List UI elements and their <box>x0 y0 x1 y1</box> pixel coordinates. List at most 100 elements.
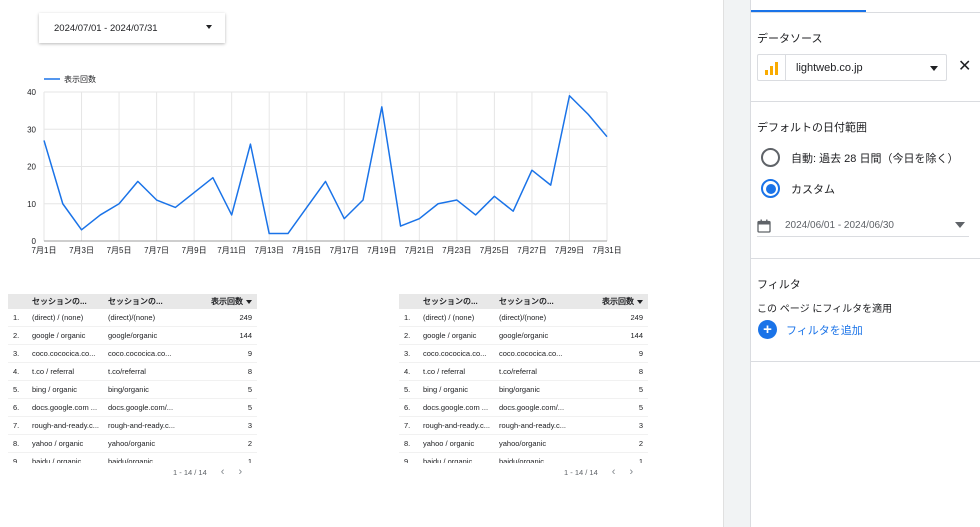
impressions-cell: 1 <box>247 457 252 463</box>
table-row[interactable]: 2. google / organic google/organic 144 <box>8 327 257 345</box>
row-index: 2. <box>404 331 411 340</box>
table-pager: 1 - 14 / 14 ‹ › <box>173 466 242 478</box>
table-row[interactable]: 2. google / organic google/organic 144 <box>399 327 648 345</box>
source-cell-2: docs.google.com/... <box>499 403 565 412</box>
table-row[interactable]: 8. yahoo / organic yahoo/organic 2 <box>399 435 648 453</box>
source-cell: rough-and-ready.c... <box>423 421 490 430</box>
sort-desc-icon <box>637 299 643 304</box>
source-cell-2: bing/organic <box>499 385 540 394</box>
table-row[interactable]: 9. baidu / organic baidu/organic 1 <box>399 453 648 463</box>
column-header-source-2[interactable]: セッションの... <box>108 296 184 307</box>
default-range-title: デフォルトの日付範囲 <box>757 122 867 134</box>
row-index: 4. <box>404 367 411 376</box>
chevron-down-icon <box>955 222 965 228</box>
table-row[interactable]: 4. t.co / referral t.co/referral 8 <box>399 363 648 381</box>
table-row[interactable]: 5. bing / organic bing/organic 5 <box>399 381 648 399</box>
y-tick-label: 30 <box>27 125 36 134</box>
radio-custom[interactable]: カスタム <box>761 179 835 198</box>
table-row[interactable]: 1. (direct) / (none) (direct)/(none) 249 <box>399 309 648 327</box>
sort-desc-icon <box>246 299 252 304</box>
table-row[interactable]: 8. yahoo / organic yahoo/organic 2 <box>8 435 257 453</box>
add-icon: + <box>758 320 777 339</box>
source-cell-2: t.co/referral <box>108 367 146 376</box>
impressions-cell: 5 <box>247 403 252 412</box>
impressions-cell: 5 <box>247 385 252 394</box>
radio-custom-label: カスタム <box>791 183 835 196</box>
row-index: 9. <box>13 457 20 463</box>
y-tick-label: 0 <box>32 237 37 246</box>
data-source-select[interactable]: lightweb.co.jp <box>757 54 947 81</box>
x-tick-label: 7月3日 <box>69 246 94 255</box>
prev-page-icon[interactable]: ‹ <box>612 466 616 478</box>
table-row[interactable]: 4. t.co / referral t.co/referral 8 <box>8 363 257 381</box>
table-body: 1. (direct) / (none) (direct)/(none) 249 2. g… <box>8 309 257 463</box>
impressions-cell: 2 <box>638 439 643 448</box>
impressions-cell: 3 <box>247 421 252 430</box>
column-header-source[interactable]: セッションの... <box>32 296 108 307</box>
impressions-cell: 249 <box>630 313 643 322</box>
source-cell: (direct) / (none) <box>423 313 475 322</box>
row-index: 3. <box>13 349 20 358</box>
chevron-down-icon <box>930 66 938 71</box>
column-header-impressions[interactable]: 表示回数 <box>575 296 648 307</box>
custom-range-select[interactable]: 2024/06/01 - 2024/06/30 <box>757 215 969 237</box>
table-body: 1. (direct) / (none) (direct)/(none) 249 2. g… <box>399 309 648 463</box>
x-tick-label: 7月31日 <box>592 246 621 255</box>
table-row[interactable]: 9. baidu / organic baidu/organic 1 <box>8 453 257 463</box>
y-tick-label: 10 <box>27 200 36 209</box>
source-cell-2: yahoo/organic <box>499 439 547 448</box>
table-left: セッションの... セッションの... 表示回数 1. (direct) / (n… <box>8 294 257 478</box>
x-tick-label: 7月11日 <box>217 246 246 255</box>
x-tick-label: 7月13日 <box>255 246 284 255</box>
looker-studio-icon <box>758 55 786 80</box>
row-index: 2. <box>13 331 20 340</box>
row-index: 5. <box>13 385 20 394</box>
source-cell: coco.cococica.co... <box>32 349 96 358</box>
table-row[interactable]: 6. docs.google.com ... docs.google.com/...… <box>8 399 257 417</box>
table-row[interactable]: 7. rough-and-ready.c... rough-and-ready.c.… <box>399 417 648 435</box>
impressions-cell: 144 <box>630 331 643 340</box>
row-index: 3. <box>404 349 411 358</box>
table-header: セッションの... セッションの... 表示回数 <box>399 294 648 309</box>
row-index: 6. <box>13 403 20 412</box>
source-cell: (direct) / (none) <box>32 313 84 322</box>
column-header-source-2[interactable]: セッションの... <box>499 296 575 307</box>
next-page-icon[interactable]: › <box>238 466 242 478</box>
source-cell-2: coco.cococica.co... <box>108 349 172 358</box>
table-header: セッションの... セッションの... 表示回数 <box>8 294 257 309</box>
source-cell-2: rough-and-ready.c... <box>499 421 566 430</box>
x-tick-label: 7月7日 <box>144 246 169 255</box>
column-header-source[interactable]: セッションの... <box>423 296 499 307</box>
row-index: 5. <box>404 385 411 394</box>
next-page-icon[interactable]: › <box>629 466 633 478</box>
prev-page-icon[interactable]: ‹ <box>221 466 225 478</box>
radio-auto[interactable]: 自動: 過去 28 日間（今日を除く） <box>761 148 958 167</box>
source-cell: google / organic <box>423 331 477 340</box>
x-tick-label: 7月21日 <box>405 246 434 255</box>
table-row[interactable]: 7. rough-and-ready.c... rough-and-ready.c.… <box>8 417 257 435</box>
close-icon[interactable]: ✕ <box>958 59 971 75</box>
row-index: 7. <box>404 421 411 430</box>
panel-gutter <box>723 0 750 527</box>
radio-checked-icon <box>761 179 780 198</box>
legend-label: 表示回数 <box>64 74 96 84</box>
row-index: 6. <box>404 403 411 412</box>
table-row[interactable]: 1. (direct) / (none) (direct)/(none) 249 <box>8 309 257 327</box>
table-row[interactable]: 3. coco.cococica.co... coco.cococica.co...… <box>399 345 648 363</box>
source-cell: baidu / organic <box>32 457 82 463</box>
data-source-title: データソース <box>757 33 823 45</box>
date-range-control[interactable]: 2024/07/01 - 2024/07/31 <box>39 13 225 43</box>
source-cell: google / organic <box>32 331 86 340</box>
filter-description: この ページ にフィルタを適用 <box>757 304 893 315</box>
radio-auto-label: 自動: 過去 28 日間（今日を除く） <box>791 152 959 165</box>
impressions-cell: 144 <box>239 331 252 340</box>
source-cell-2: yahoo/organic <box>108 439 156 448</box>
table-row[interactable]: 3. coco.cococica.co... coco.cococica.co...… <box>8 345 257 363</box>
table-row[interactable]: 5. bing / organic bing/organic 5 <box>8 381 257 399</box>
source-cell-2: google/organic <box>499 331 549 340</box>
add-filter-button[interactable]: + フィルタを追加 <box>758 320 863 339</box>
divider <box>751 361 980 362</box>
table-row[interactable]: 6. docs.google.com ... docs.google.com/...… <box>399 399 648 417</box>
source-cell: yahoo / organic <box>423 439 475 448</box>
column-header-impressions[interactable]: 表示回数 <box>184 296 257 307</box>
